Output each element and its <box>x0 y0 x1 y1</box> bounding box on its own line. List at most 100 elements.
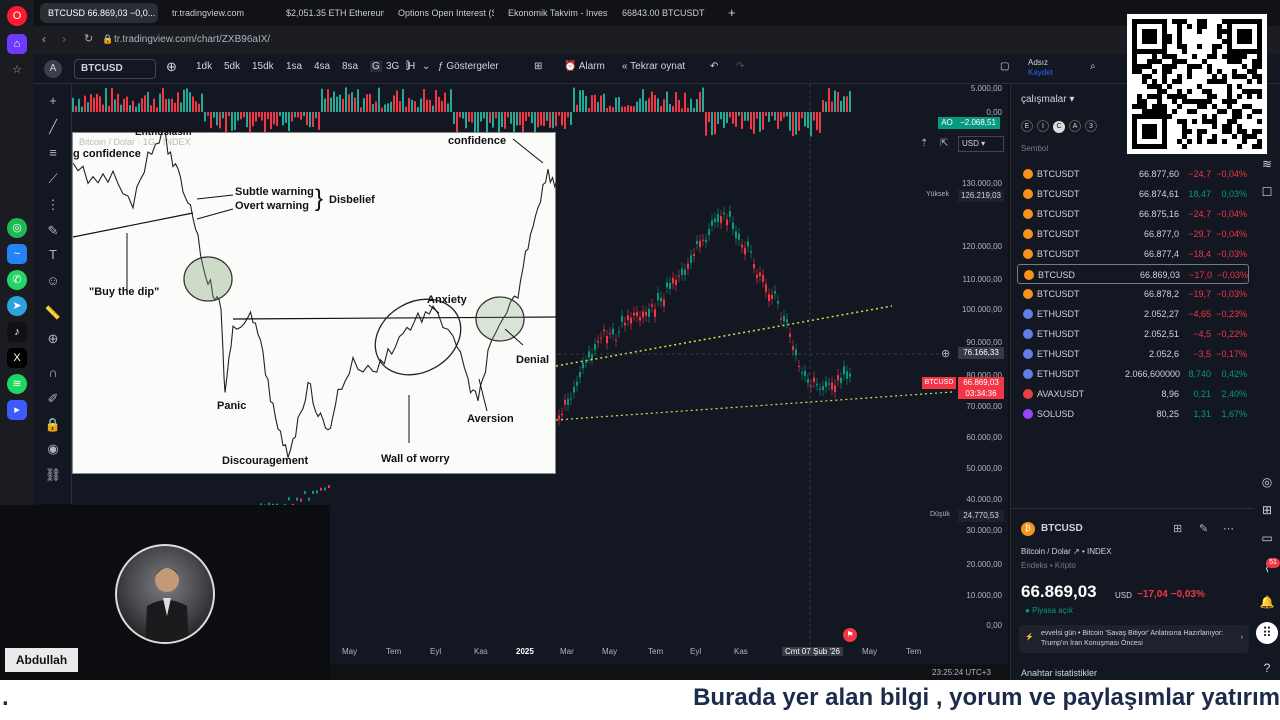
player-icon[interactable]: ▸ <box>7 400 27 420</box>
pip-icon[interactable]: ⇱ <box>940 138 948 149</box>
user-avatar[interactable]: A <box>44 60 62 78</box>
lock-drawings-icon[interactable]: 🔒 <box>44 416 62 434</box>
watchlist-title[interactable]: çalışmalar ▾ <box>1021 94 1074 105</box>
magnet-icon[interactable]: ∩ <box>44 364 62 382</box>
bell-icon[interactable]: 🔔 <box>1259 594 1275 610</box>
home-icon[interactable]: ⌂ <box>7 34 27 54</box>
candle-type-icon[interactable]: ⫿ <box>406 61 409 72</box>
whatsapp-icon[interactable]: ✆ <box>7 270 27 290</box>
watchlist-row[interactable]: SOLUSD 80,25 1,31 1,67% <box>1017 404 1249 424</box>
flag-i[interactable]: I <box>1037 120 1049 132</box>
chat-bubble-icon[interactable]: ▭ <box>1259 530 1275 546</box>
link-icon[interactable]: ⛓ <box>44 466 62 484</box>
fullscreen-icon[interactable]: ▢ <box>1000 61 1009 72</box>
telegram-icon[interactable]: ➤ <box>7 296 27 316</box>
tiktok-icon[interactable]: ♪ <box>7 322 27 342</box>
watchlist-row[interactable]: ETHUSDT 2.066,600000 8,740 0,42% <box>1017 364 1249 384</box>
add-alert-icon[interactable]: ⊕ <box>941 347 950 360</box>
layers-icon[interactable]: ≋ <box>1259 156 1275 172</box>
interval-5[interactable]: 8sa <box>342 61 358 72</box>
pattern-icon[interactable]: ⟋ <box>44 170 62 188</box>
watchlist-row[interactable]: BTCUSDT 66.877,4 −18,4 −0,03% <box>1017 244 1249 264</box>
details-symbol[interactable]: BTCUSD <box>1041 523 1083 534</box>
url-field[interactable]: tr.tradingview.com/chart/ZXB96aIX/ <box>114 30 714 50</box>
more-icon[interactable]: ⋯ <box>1223 522 1234 535</box>
replay-button[interactable]: « Tekrar oynat <box>622 61 685 72</box>
redo-icon[interactable]: ↷ <box>736 61 744 72</box>
watchlist-row[interactable]: BTCUSDT 66.878,2 −19,7 −0,03% <box>1017 284 1249 304</box>
watchlist-row[interactable]: BTCUSDT 66.877,60 −24,7 −0,04% <box>1017 164 1249 184</box>
apps-grid-icon[interactable]: ⠿ <box>1256 622 1278 644</box>
interval-6[interactable]: G <box>370 61 382 72</box>
x-icon[interactable]: X <box>7 348 27 368</box>
forward-icon[interactable]: › <box>62 32 66 46</box>
arrow-up-icon[interactable]: ⇡ <box>920 138 928 149</box>
search-icon[interactable]: ⌕ <box>1090 61 1096 72</box>
edit-icon[interactable]: ✎ <box>1199 522 1208 535</box>
compare-plus-icon[interactable]: ⊕ <box>166 59 177 75</box>
flag-c[interactable]: C <box>1053 121 1065 133</box>
measure-icon[interactable]: 📏 <box>44 304 62 322</box>
interval-1[interactable]: 5dk <box>224 61 240 72</box>
new-tab-button[interactable]: + <box>726 3 742 23</box>
chat-icon[interactable]: ☐ <box>1259 184 1275 200</box>
watchlist-row[interactable]: BTCUSD 66.869,03 −17,0 −0,03% <box>1017 264 1249 284</box>
star-icon[interactable]: ☆ <box>7 60 27 80</box>
calendar-grid-icon[interactable]: ⊞ <box>1259 502 1275 518</box>
interval-7[interactable]: 3G <box>386 61 399 72</box>
symbol-search[interactable]: BTCUSD <box>74 59 156 79</box>
interval-2[interactable]: 15dk <box>252 61 274 72</box>
time-axis[interactable]: May Tem Eyl Kas 2025 Mar May Tem Eyl Kas Cmt 07 Şu… <box>330 645 1010 661</box>
watchlist-row[interactable]: BTCUSDT 66.875,16 −24,7 −0,04% <box>1017 204 1249 224</box>
alarm-button[interactable]: ⏰ Alarm <box>564 61 605 72</box>
chart-clock[interactable]: 23:25:24 UTC+3 <box>932 668 991 677</box>
text-icon[interactable]: T <box>44 246 62 264</box>
chatgpt-icon[interactable]: ◎ <box>7 218 27 238</box>
help-icon[interactable]: ? <box>1259 660 1275 676</box>
layout-icon[interactable]: ⊞ <box>1173 522 1182 535</box>
column-symbol[interactable]: Sembol <box>1021 144 1048 153</box>
news-card[interactable]: ⚡ evvelsi gün • Bitcoin 'Savaş Bitiyor' … <box>1019 625 1249 653</box>
tab-btcusd[interactable]: BTCUSD 66.869,03 −0,0... <box>40 3 158 23</box>
undo-icon[interactable]: ↶ <box>710 61 718 72</box>
event-flag-icon[interactable]: ⚑ <box>843 628 857 642</box>
interval-0[interactable]: 1dk <box>196 61 212 72</box>
watchlist-row[interactable]: ETHUSDT 2.052,6 −3,5 −0,17% <box>1017 344 1249 364</box>
tab-ethereum[interactable]: $2,051.35 ETH Ethereum l... <box>278 3 384 23</box>
flag-3[interactable]: 3 <box>1085 120 1097 132</box>
interval-3[interactable]: 1sa <box>286 61 302 72</box>
tab-options[interactable]: Options Open Interest (St... <box>390 3 494 23</box>
eye-icon[interactable]: ◉ <box>44 440 62 458</box>
tab-btcusdt[interactable]: 66843.00 BTCUSDT <box>614 3 722 23</box>
zoom-icon[interactable]: ⊕ <box>44 330 62 348</box>
fib-icon[interactable]: ≡ <box>44 144 62 162</box>
trendline-icon[interactable]: ╱ <box>44 118 62 136</box>
flag-a[interactable]: A <box>1069 120 1081 132</box>
pencil-lock-icon[interactable]: ✐ <box>44 390 62 408</box>
watchlist-row[interactable]: BTCUSDT 66.877,0 −29,7 −0,04% <box>1017 224 1249 244</box>
watchlist-row[interactable]: AVAXUSDT 8,96 0,21 2,40% <box>1017 384 1249 404</box>
emoji-icon[interactable]: ☺ <box>44 272 62 290</box>
spotify-icon[interactable]: ≋ <box>7 374 27 394</box>
indicators-button[interactable]: ƒ Göstergeler <box>438 61 499 72</box>
price-axis[interactable]: 5.000,00 0,00 130.000,00 120.000,00 110.000,… <box>950 84 1008 664</box>
messenger-icon[interactable]: ~ <box>7 244 27 264</box>
tab-ekonomik-takvim[interactable]: Ekonomik Takvim - Invest... <box>500 3 608 23</box>
watchlist-row[interactable]: ETHUSDT 2.052,51 −4,5 −0,22% <box>1017 324 1249 344</box>
brush-icon[interactable]: ✎ <box>44 222 62 240</box>
reload-icon[interactable]: ↻ <box>84 32 93 45</box>
tab-tradingview[interactable]: tr.tradingview.com <box>164 3 268 23</box>
back-icon[interactable]: ‹ <box>42 32 46 46</box>
target-icon[interactable]: ◎ <box>1259 474 1275 490</box>
key-stats-label[interactable]: Anahtar istatistikler <box>1021 668 1097 678</box>
interval-4[interactable]: 4sa <box>314 61 330 72</box>
opera-logo-icon[interactable]: O <box>7 6 27 26</box>
flag-e[interactable]: E <box>1021 120 1033 132</box>
crosshair-icon[interactable]: + <box>44 92 62 110</box>
ruler-tools-icon[interactable]: ⋮ <box>44 196 62 214</box>
layout-name[interactable]: Adsız Kaydet <box>1028 58 1053 78</box>
watchlist-row[interactable]: BTCUSDT 66.874,61 18,47 0,03% <box>1017 184 1249 204</box>
watchlist-row[interactable]: ETHUSDT 2.052,27 −4,65 −0,23% <box>1017 304 1249 324</box>
interval-chevron-icon[interactable]: ⌄ <box>422 61 430 72</box>
layout-grid-icon[interactable]: ⊞ <box>534 61 542 72</box>
